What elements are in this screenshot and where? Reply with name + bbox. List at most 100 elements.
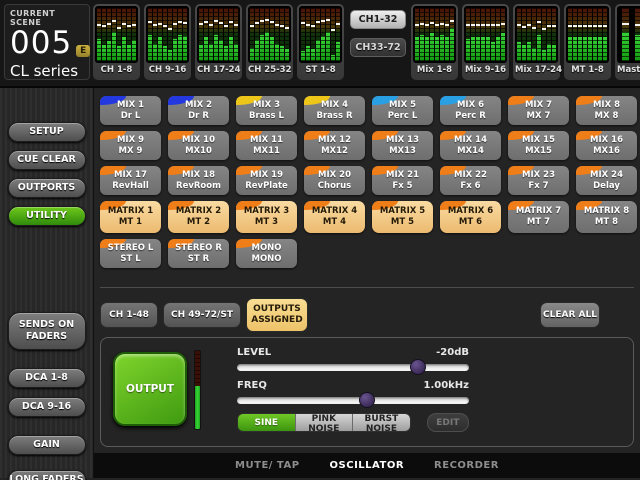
- waveform-burst-noise-button[interactable]: BURST NOISE: [353, 414, 410, 431]
- bus-button-stereo-l[interactable]: STEREO LST L: [100, 239, 161, 268]
- meter-peak: [148, 21, 152, 23]
- bus-button-matrix-4[interactable]: MATRIX 4MT 4: [304, 201, 365, 233]
- bus-channel-label: Delay: [593, 181, 620, 192]
- meter-peak: [547, 25, 551, 27]
- bus-button-mix-8[interactable]: MIX 8MX 8: [576, 96, 637, 125]
- bus-button-mix-18[interactable]: MIX 18RevRoom: [168, 166, 229, 195]
- bus-channel-label: Fx 7: [528, 181, 548, 192]
- bus-name: MIX 12: [318, 135, 351, 146]
- bus-button-mix-6[interactable]: MIX 6Perc R: [440, 96, 501, 125]
- bus-button-matrix-2[interactable]: MATRIX 2MT 2: [168, 201, 229, 233]
- meter-peak: [132, 24, 136, 26]
- bus-button-mix-14[interactable]: MIX 14MX14: [440, 131, 501, 160]
- meter-bar: [476, 8, 480, 61]
- meter-bar: [178, 8, 182, 61]
- bus-row: MIX 17RevHallMIX 18RevRoomMIX 19RevPlate…: [100, 166, 640, 195]
- meter-bar: [280, 8, 284, 61]
- bottom-tab-mute-tap[interactable]: MUTE/ TAP: [235, 460, 299, 471]
- clear-all-button[interactable]: CLEAR ALL: [540, 302, 600, 328]
- edit-button[interactable]: EDIT: [427, 413, 469, 432]
- meter-screen: [95, 6, 138, 63]
- bus-button-mix-22[interactable]: MIX 22Fx 6: [440, 166, 501, 195]
- bus-button-matrix-8[interactable]: MATRIX 8MT 8: [576, 201, 637, 233]
- bus-button-mix-23[interactable]: MIX 23Fx 7: [508, 166, 569, 195]
- meter-fill: [573, 37, 577, 61]
- bus-button-matrix-7[interactable]: MATRIX 7MT 7: [508, 201, 569, 233]
- bottom-tab-oscillator[interactable]: OSCILLATOR: [330, 460, 405, 471]
- meter-peak: [491, 24, 495, 26]
- meter-label: CH 1-8: [95, 65, 138, 75]
- meter-fill: [635, 35, 640, 62]
- bus-button-mix-24[interactable]: MIX 24Delay: [576, 166, 637, 195]
- oscillator-output-button[interactable]: OUTPUT: [113, 352, 187, 426]
- meter-fill: [183, 36, 187, 61]
- bus-button-mix-9[interactable]: MIX 9MX 9: [100, 131, 161, 160]
- bus-button-matrix-6[interactable]: MATRIX 6MT 6: [440, 201, 501, 233]
- bus-name: STEREO L: [108, 243, 154, 254]
- meter-bar: [326, 8, 330, 61]
- meter-peak: [173, 23, 177, 25]
- sidebar-button-dca-1-8[interactable]: DCA 1-8: [8, 368, 86, 388]
- bottom-tab-recorder[interactable]: RECORDER: [434, 460, 499, 471]
- waveform-sine-button[interactable]: SINE: [238, 414, 296, 431]
- meter-fill: [420, 35, 424, 62]
- bus-button-mix-12[interactable]: MIX 12MX12: [304, 131, 365, 160]
- meter-bar: [234, 8, 238, 61]
- bus-button-mix-15[interactable]: MIX 15MX15: [508, 131, 569, 160]
- sidebar-button-utility[interactable]: UTILITY: [8, 206, 86, 226]
- bus-button-matrix-3[interactable]: MATRIX 3MT 3: [236, 201, 297, 233]
- meter-peak: [542, 28, 546, 30]
- meter-fill: [285, 49, 289, 61]
- bus-button-matrix-5[interactable]: MATRIX 5MT 5: [372, 201, 433, 233]
- sidebar-button-cue-clear[interactable]: CUE CLEAR: [8, 150, 86, 170]
- bus-name: MIX 9: [117, 135, 144, 146]
- meter-fill: [250, 48, 254, 61]
- output-meter-bridge: Mix 1-8Mix 9-16Mix 17-24MT 1-8Master: [411, 4, 640, 80]
- bus-button-mono[interactable]: MONOMONO: [236, 239, 297, 268]
- level-slider-thumb[interactable]: [410, 359, 426, 375]
- sidebar-button-setup[interactable]: SETUP: [8, 122, 86, 142]
- sidebar-button-gain[interactable]: GAIN: [8, 435, 86, 455]
- meter-bar: [301, 8, 305, 61]
- bus-button-mix-19[interactable]: MIX 19RevPlate: [236, 166, 297, 195]
- bus-button-mix-13[interactable]: MIX 13MX13: [372, 131, 433, 160]
- sidebar-button-dca-9-16[interactable]: DCA 9-16: [8, 397, 86, 417]
- meter-peak: [250, 25, 254, 27]
- bus-button-stereo-r[interactable]: STEREO RST R: [168, 239, 229, 268]
- meter-bar: [496, 8, 500, 61]
- meter-bar: [275, 8, 279, 61]
- freq-slider-thumb[interactable]: [359, 392, 375, 408]
- bus-button-mix-3[interactable]: MIX 3Brass L: [236, 96, 297, 125]
- bus-button-mix-5[interactable]: MIX 5Perc L: [372, 96, 433, 125]
- meter-bar: [163, 8, 167, 61]
- bus-button-mix-1[interactable]: MIX 1Dr L: [100, 96, 161, 125]
- bus-button-mix-16[interactable]: MIX 16MX16: [576, 131, 637, 160]
- bus-channel-label: MT 7: [527, 217, 550, 228]
- meter-peak: [306, 24, 310, 26]
- bus-button-mix-11[interactable]: MIX 11MX11: [236, 131, 297, 160]
- bank-ch1-32-button[interactable]: CH1-32: [350, 10, 406, 29]
- level-slider[interactable]: [237, 364, 469, 371]
- freq-slider[interactable]: [237, 397, 469, 404]
- meter-bar: [532, 8, 536, 61]
- bus-button-mix-20[interactable]: MIX 20Chorus: [304, 166, 365, 195]
- bus-button-mix-4[interactable]: MIX 4Brass R: [304, 96, 365, 125]
- bus-button-mix-21[interactable]: MIX 21Fx 5: [372, 166, 433, 195]
- meter-fill: [496, 37, 500, 61]
- waveform-pink-noise-button[interactable]: PINK NOISE: [296, 414, 354, 431]
- sidebar-button-outports[interactable]: OUTPORTS: [8, 178, 86, 198]
- sidebar-button-long-faders[interactable]: LONG FADERS: [8, 470, 86, 480]
- bus-button-mix-10[interactable]: MIX 10MX10: [168, 131, 229, 160]
- filter-tab-ch-1-48[interactable]: CH 1-48: [100, 302, 158, 328]
- meter-peak: [280, 25, 284, 27]
- filter-tab-outputs-assigned[interactable]: OUTPUTS ASSIGNED: [246, 298, 308, 332]
- sidebar-button-sends-on-faders[interactable]: SENDS ON FADERS: [8, 312, 86, 350]
- filter-tab-ch-49-72-st[interactable]: CH 49-72/ST: [163, 302, 241, 328]
- bus-button-mix-17[interactable]: MIX 17RevHall: [100, 166, 161, 195]
- bus-button-mix-2[interactable]: MIX 2Dr R: [168, 96, 229, 125]
- bus-button-mix-7[interactable]: MIX 7MX 7: [508, 96, 569, 125]
- meter-mix-1-8: Mix 1-8: [411, 4, 458, 80]
- bus-button-matrix-1[interactable]: MATRIX 1MT 1: [100, 201, 161, 233]
- meter-label: MT 1-8: [566, 65, 609, 75]
- bank-ch33-72-button[interactable]: CH33-72: [350, 38, 406, 57]
